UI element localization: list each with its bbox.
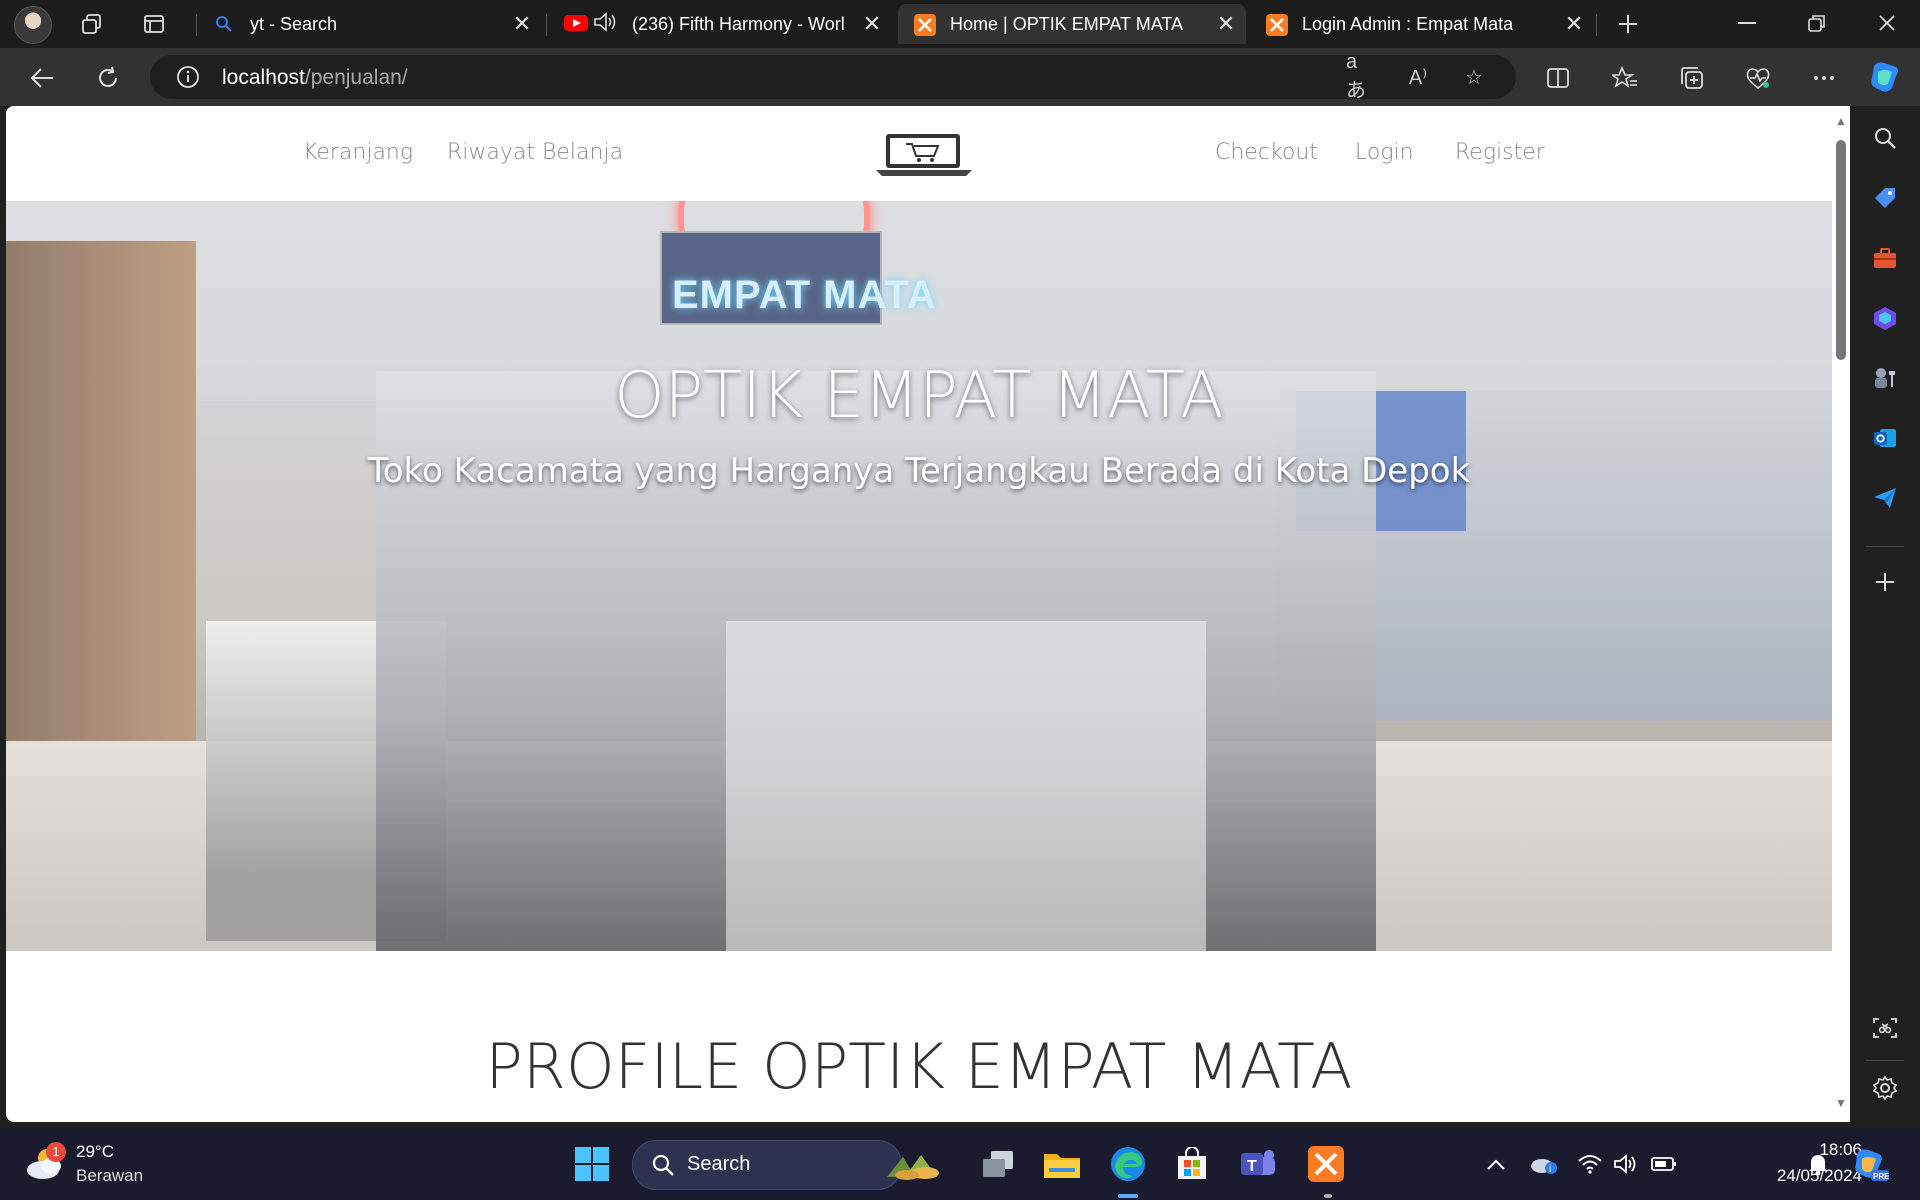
restore-icon[interactable] bbox=[1782, 0, 1852, 46]
taskbar-search[interactable]: Search bbox=[632, 1140, 939, 1190]
tab-title: (236) Fifth Harmony - Worl bbox=[632, 13, 845, 34]
refresh-icon[interactable] bbox=[90, 60, 126, 96]
close-tab-icon[interactable]: ✕ bbox=[1560, 11, 1588, 37]
nav-keranjang[interactable]: Keranjang bbox=[303, 140, 413, 165]
copilot-icon[interactable] bbox=[1866, 58, 1904, 96]
url-path: /penjualan/ bbox=[304, 66, 408, 89]
close-tab-icon[interactable]: ✕ bbox=[1212, 11, 1240, 37]
back-icon[interactable] bbox=[24, 60, 60, 96]
weather-icon[interactable]: 1 bbox=[20, 1142, 70, 1186]
tab-title: yt - Search bbox=[250, 13, 338, 34]
task-view-icon[interactable] bbox=[976, 1142, 1020, 1186]
scroll-up-icon[interactable]: ▲ bbox=[1834, 114, 1848, 128]
read-aloud-icon[interactable]: A⁾ bbox=[1404, 63, 1432, 91]
site-navbar: Keranjang Riwayat Belanja Checkout Login… bbox=[6, 106, 1832, 201]
scroll-down-icon[interactable]: ▼ bbox=[1834, 1096, 1848, 1110]
weather-badge: 1 bbox=[46, 1142, 66, 1162]
page-viewport: Keranjang Riwayat Belanja Checkout Login… bbox=[6, 106, 1832, 1122]
url-text[interactable]: localhost/penjualan/ bbox=[222, 66, 408, 90]
outlook-icon[interactable] bbox=[1869, 422, 1901, 454]
more-options-icon[interactable] bbox=[1806, 60, 1842, 96]
settings-gear-icon[interactable] bbox=[1869, 1072, 1901, 1104]
search-icon[interactable] bbox=[1869, 122, 1901, 154]
nav-checkout[interactable]: Checkout bbox=[1215, 140, 1318, 165]
collections-icon[interactable] bbox=[1674, 60, 1710, 96]
youtube-icon bbox=[564, 14, 588, 34]
games-icon[interactable] bbox=[1869, 362, 1901, 394]
close-window-icon[interactable] bbox=[1852, 0, 1920, 46]
onedrive-icon[interactable]: i bbox=[1522, 1142, 1566, 1186]
search-icon bbox=[651, 1153, 675, 1182]
new-tab-icon[interactable] bbox=[1614, 10, 1642, 38]
copilot-app-icon[interactable] bbox=[1869, 302, 1901, 334]
speaker-icon[interactable] bbox=[592, 11, 618, 38]
site-info-icon[interactable] bbox=[174, 63, 202, 91]
hero-title: OPTIK EMPAT MATA bbox=[614, 359, 1224, 433]
split-screen-icon[interactable] bbox=[1540, 60, 1576, 96]
tab-youtube[interactable]: (236) Fifth Harmony - Worl ✕ bbox=[548, 4, 892, 44]
translate-icon[interactable]: aあ bbox=[1346, 51, 1374, 102]
url-host: localhost bbox=[222, 66, 305, 89]
favorites-icon[interactable] bbox=[1607, 60, 1643, 96]
close-tab-icon[interactable]: ✕ bbox=[508, 11, 536, 37]
favorite-star-icon[interactable]: ☆ bbox=[1460, 63, 1488, 91]
edge-browser-icon[interactable] bbox=[1106, 1142, 1150, 1186]
taskbar-search-label: Search bbox=[687, 1153, 751, 1175]
svg-text:PRE: PRE bbox=[1873, 1172, 1889, 1181]
xampp-icon bbox=[914, 14, 936, 36]
tab-home-optik[interactable]: Home | OPTIK EMPAT MATA ✕ bbox=[898, 4, 1246, 44]
send-icon[interactable] bbox=[1869, 482, 1901, 514]
nav-register[interactable]: Register bbox=[1455, 140, 1545, 165]
file-explorer-icon[interactable] bbox=[1040, 1142, 1084, 1186]
nav-riwayat-belanja[interactable]: Riwayat Belanja bbox=[447, 140, 623, 165]
minimize-icon[interactable] bbox=[1712, 0, 1782, 46]
microsoft-store-icon[interactable] bbox=[1170, 1142, 1214, 1186]
screenshot-icon[interactable] bbox=[1869, 1012, 1901, 1044]
search-icon bbox=[214, 14, 234, 34]
close-tab-icon[interactable]: ✕ bbox=[858, 11, 886, 37]
svg-text:i: i bbox=[1549, 1164, 1551, 1175]
tab-strip: yt - Search ✕ (236) Fifth Harmony - Worl… bbox=[0, 0, 1920, 48]
scrollbar-thumb[interactable] bbox=[1836, 140, 1846, 360]
battery-icon[interactable] bbox=[1642, 1142, 1686, 1186]
notifications-bell-icon[interactable] bbox=[1796, 1142, 1840, 1186]
copilot-taskbar-icon[interactable]: PRE bbox=[1848, 1142, 1892, 1186]
tab-yt-search[interactable]: yt - Search ✕ bbox=[198, 4, 542, 44]
tab-title: Login Admin : Empat Mata bbox=[1302, 13, 1514, 34]
clock-date[interactable]: 24/05/2024 bbox=[1722, 1166, 1862, 1186]
windows-taskbar: 1 29°C Berawan Search T i 18:06 24/05/20… bbox=[0, 1128, 1920, 1200]
weather-description[interactable]: Berawan bbox=[76, 1166, 143, 1186]
browser-toolbar: localhost/penjualan/ aあ A⁾ ☆ bbox=[0, 48, 1920, 106]
profile-heading: PROFILE OPTIK EMPAT MATA bbox=[485, 1030, 1353, 1103]
browser-essentials-icon[interactable] bbox=[1740, 60, 1776, 96]
search-highlight-icon bbox=[885, 1149, 947, 1186]
hero-subtitle: Toko Kacamata yang Harganya Terjangkau B… bbox=[367, 451, 1471, 491]
start-windows-icon[interactable] bbox=[570, 1142, 614, 1186]
tools-icon[interactable] bbox=[1869, 242, 1901, 274]
tab-actions-icon[interactable] bbox=[140, 10, 168, 38]
shopping-tag-icon[interactable] bbox=[1869, 182, 1901, 214]
xampp-taskbar-icon[interactable] bbox=[1304, 1142, 1348, 1186]
workspaces-icon[interactable] bbox=[78, 10, 106, 38]
xampp-icon bbox=[1266, 14, 1288, 36]
address-bar[interactable]: localhost/penjualan/ aあ A⁾ ☆ bbox=[150, 51, 1516, 102]
weather-temperature[interactable]: 29°C bbox=[76, 1142, 114, 1162]
edge-sidebar bbox=[1850, 106, 1920, 1122]
show-hidden-icons-icon[interactable] bbox=[1474, 1142, 1518, 1186]
hero-banner: EMPAT MATA OPTIK EMPAT MATA Toko Kacamat… bbox=[6, 201, 1832, 951]
nav-login[interactable]: Login bbox=[1355, 140, 1414, 165]
profile-avatar[interactable] bbox=[14, 6, 52, 44]
svg-text:T: T bbox=[1247, 1158, 1257, 1175]
tab-login-admin[interactable]: Login Admin : Empat Mata ✕ bbox=[1250, 4, 1594, 44]
teams-icon[interactable]: T bbox=[1236, 1142, 1280, 1186]
add-sidebar-app-icon[interactable] bbox=[1869, 566, 1901, 598]
tab-title: Home | OPTIK EMPAT MATA bbox=[950, 13, 1184, 34]
cart-logo-icon[interactable] bbox=[874, 130, 974, 178]
